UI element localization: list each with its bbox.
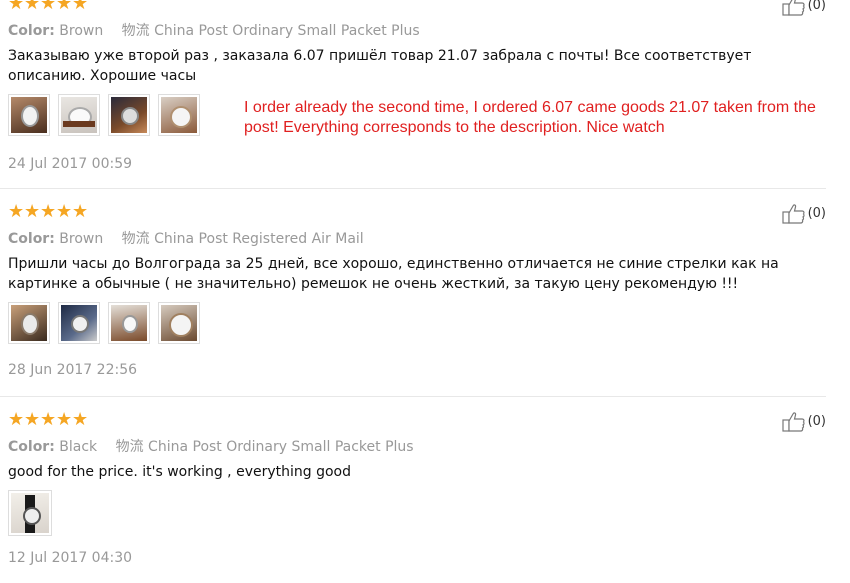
review-photos — [8, 94, 200, 136]
review-date: 28 Jun 2017 22:56 — [8, 362, 138, 378]
shipping-method: 物流 China Post Ordinary Small Packet Plus — [121, 23, 420, 39]
star-rating: ★ ★ ★ ★ ★ — [8, 409, 89, 430]
color-value: Brown — [59, 231, 104, 247]
star-icon: ★ — [72, 201, 89, 222]
review-item: ★ ★ ★ ★ ★ (0) Color: Brown 物流 China Post… — [0, 196, 826, 397]
color-value: Black — [59, 439, 98, 455]
review-photo[interactable] — [8, 490, 52, 536]
star-icon: ★ — [24, 0, 41, 14]
like-button[interactable]: (0) — [781, 0, 826, 16]
review-photos — [8, 490, 52, 536]
star-icon: ★ — [40, 0, 57, 14]
star-icon: ★ — [72, 0, 89, 14]
review-photo[interactable] — [58, 94, 100, 136]
review-text: good for the price. it's working , every… — [8, 464, 351, 480]
star-icon: ★ — [8, 201, 25, 222]
like-count: (0) — [807, 205, 826, 221]
like-button[interactable]: (0) — [781, 410, 826, 432]
review-meta: Color: Black 物流 China Post Ordinary Smal… — [8, 436, 414, 456]
review-meta: Color: Brown 物流 China Post Ordinary Smal… — [8, 20, 420, 40]
shipping-method: 物流 China Post Registered Air Mail — [121, 231, 364, 247]
color-label: Color: — [8, 231, 55, 247]
star-icon: ★ — [56, 0, 73, 14]
review-date: 24 Jul 2017 00:59 — [8, 156, 133, 172]
star-icon: ★ — [24, 201, 41, 222]
like-button[interactable]: (0) — [781, 202, 826, 224]
thumbs-up-icon — [781, 204, 805, 224]
review-photo[interactable] — [158, 302, 200, 344]
review-date: 12 Jul 2017 04:30 — [8, 550, 133, 566]
color-value: Brown — [59, 23, 104, 39]
star-rating: ★ ★ ★ ★ ★ — [8, 0, 89, 14]
star-icon: ★ — [40, 201, 57, 222]
star-icon: ★ — [8, 0, 25, 14]
star-rating: ★ ★ ★ ★ ★ — [8, 201, 89, 222]
review-text: Заказываю уже второй раз , заказала 6.07… — [8, 48, 752, 84]
review-photo[interactable] — [8, 302, 50, 344]
review-photo[interactable] — [58, 302, 100, 344]
review-item: ★ ★ ★ ★ ★ (0) Color: Brown 物流 China Post… — [0, 0, 826, 189]
color-label: Color: — [8, 23, 55, 39]
review-photo[interactable] — [108, 94, 150, 136]
review-meta: Color: Brown 物流 China Post Registered Ai… — [8, 228, 364, 248]
color-label: Color: — [8, 439, 55, 455]
star-icon: ★ — [24, 409, 41, 430]
star-icon: ★ — [56, 201, 73, 222]
translation-note: I order already the second time, I order… — [244, 99, 816, 136]
thumbs-up-icon — [781, 412, 805, 432]
review-photo[interactable] — [8, 94, 50, 136]
star-icon: ★ — [56, 409, 73, 430]
thumbs-up-icon — [781, 0, 805, 16]
review-photos — [8, 302, 200, 344]
like-count: (0) — [807, 413, 826, 429]
review-item: ★ ★ ★ ★ ★ (0) Color: Black 物流 China Post… — [0, 404, 826, 583]
shipping-method: 物流 China Post Ordinary Small Packet Plus — [115, 439, 414, 455]
star-icon: ★ — [72, 409, 89, 430]
review-photo[interactable] — [108, 302, 150, 344]
star-icon: ★ — [8, 409, 25, 430]
like-count: (0) — [807, 0, 826, 13]
review-text: Пришли часы до Волгограда за 25 дней, вс… — [8, 256, 779, 292]
star-icon: ★ — [40, 409, 57, 430]
review-photo[interactable] — [158, 94, 200, 136]
